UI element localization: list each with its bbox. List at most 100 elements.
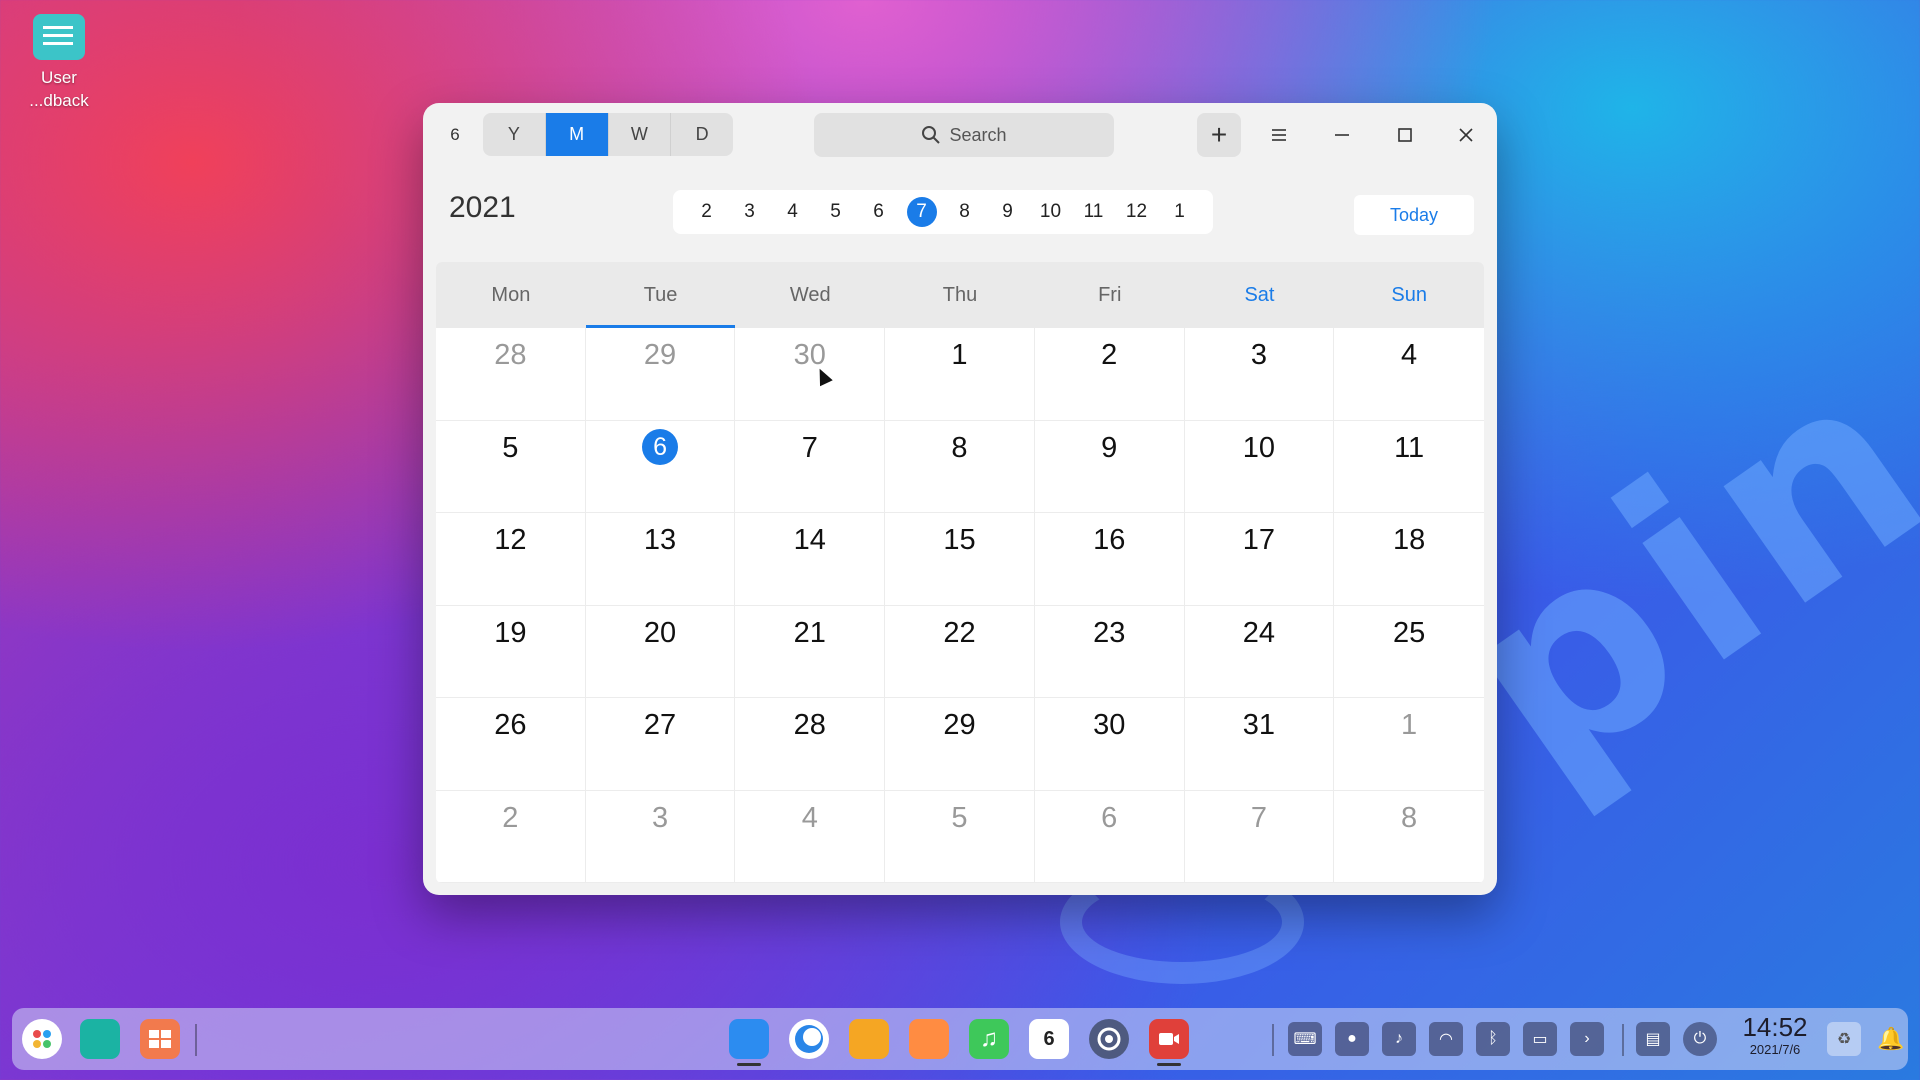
- settings-icon[interactable]: [1089, 1019, 1129, 1059]
- close-icon[interactable]: [1444, 113, 1488, 157]
- day-cell[interactable]: 4: [735, 790, 886, 883]
- screen-recorder-icon[interactable]: [1149, 1019, 1189, 1059]
- day-cell[interactable]: 1: [1334, 698, 1484, 791]
- day-cell[interactable]: 18: [1334, 513, 1484, 606]
- launcher-icon[interactable]: [22, 1019, 62, 1059]
- day-cell[interactable]: 11: [1334, 421, 1484, 513]
- month-item[interactable]: 8: [950, 197, 980, 227]
- day-cell[interactable]: 28: [735, 698, 886, 791]
- clock[interactable]: 14:52 2021/7/6: [1730, 1012, 1820, 1058]
- day-cell[interactable]: 31: [1184, 698, 1335, 791]
- day-cell[interactable]: 2: [1034, 328, 1185, 421]
- trash-icon[interactable]: ♻: [1827, 1022, 1861, 1056]
- day-cell[interactable]: 25: [1334, 606, 1484, 698]
- day-number: 15: [943, 524, 976, 556]
- day-cell[interactable]: 12: [436, 513, 586, 606]
- month-item[interactable]: 5: [821, 197, 851, 227]
- day-cell[interactable]: 26: [436, 698, 586, 791]
- day-cell[interactable]: 16: [1034, 513, 1185, 606]
- day-cell[interactable]: 10: [1184, 420, 1335, 513]
- day-number: 6: [642, 428, 679, 465]
- record-icon[interactable]: ●: [1335, 1022, 1369, 1056]
- day-cell[interactable]: 23: [1034, 605, 1185, 698]
- day-cell[interactable]: 7: [735, 420, 886, 513]
- day-cell[interactable]: 1: [885, 328, 1035, 421]
- notification-bell-icon[interactable]: 🔔: [1874, 1022, 1908, 1056]
- clock-date: 2021/7/6: [1749, 1042, 1801, 1057]
- day-number: 5: [951, 801, 968, 834]
- search-icon: [922, 126, 941, 144]
- view-button-d[interactable]: D: [671, 113, 733, 156]
- today-button[interactable]: Today: [1354, 195, 1474, 235]
- bluetooth-icon[interactable]: ᛒ: [1476, 1022, 1510, 1056]
- month-item[interactable]: 9: [993, 197, 1023, 227]
- weekday-label-sat: Sat: [1244, 283, 1275, 306]
- month-item[interactable]: 7: [906, 197, 937, 227]
- day-number: 1: [951, 339, 968, 371]
- day-cell[interactable]: 8: [1334, 791, 1484, 883]
- month-item[interactable]: 3: [735, 197, 765, 227]
- expand-arrow-icon[interactable]: ›: [1570, 1022, 1604, 1056]
- view-button-m[interactable]: M: [545, 113, 609, 156]
- add-event-button[interactable]: +: [1197, 113, 1241, 157]
- browser-icon[interactable]: [789, 1019, 829, 1059]
- music-icon[interactable]: ♫: [969, 1019, 1009, 1059]
- image-viewer-icon[interactable]: [909, 1019, 949, 1059]
- day-number: 13: [643, 524, 677, 556]
- power-icon[interactable]: ⏻: [1683, 1022, 1717, 1056]
- day-cell[interactable]: 4: [1334, 328, 1484, 421]
- day-cell[interactable]: 3: [1184, 328, 1335, 421]
- onboard-keyboard-icon[interactable]: ▤: [1636, 1022, 1670, 1056]
- day-cell[interactable]: 29: [585, 328, 736, 421]
- view-button-y[interactable]: Y: [483, 113, 546, 156]
- day-cell[interactable]: 14: [735, 513, 886, 606]
- day-cell-today[interactable]: 6: [585, 420, 736, 513]
- month-item[interactable]: 1: [1165, 197, 1195, 227]
- day-cell[interactable]: 13: [585, 513, 736, 606]
- day-cell[interactable]: 3: [585, 790, 736, 883]
- day-cell[interactable]: 17: [1184, 513, 1335, 606]
- day-number: 14: [793, 524, 826, 556]
- day-cell[interactable]: 20: [585, 605, 736, 698]
- day-cell[interactable]: 29: [885, 698, 1035, 791]
- day-cell[interactable]: 6: [1034, 790, 1185, 883]
- day-cell[interactable]: 28: [436, 328, 586, 421]
- day-cell[interactable]: 2: [436, 790, 586, 883]
- weekday-header: Mon Tue Wed Thu Fri Sat Sun: [436, 262, 1484, 328]
- wifi-icon[interactable]: ◠: [1429, 1022, 1463, 1056]
- day-cell[interactable]: 5: [436, 420, 586, 513]
- calendar-icon[interactable]: 6: [1029, 1019, 1069, 1059]
- menu-icon[interactable]: [1257, 113, 1301, 157]
- day-cell[interactable]: 30: [1034, 698, 1185, 791]
- volume-icon[interactable]: ♪: [1382, 1022, 1416, 1056]
- desktop-icon-user-feedback[interactable]: User ...dback: [18, 14, 100, 112]
- day-cell[interactable]: 15: [885, 513, 1035, 606]
- month-item[interactable]: 12: [1122, 197, 1152, 227]
- day-cell[interactable]: 30: [735, 328, 886, 421]
- day-cell[interactable]: 8: [885, 420, 1035, 513]
- keyboard-icon[interactable]: ⌨: [1288, 1022, 1322, 1056]
- day-cell[interactable]: 22: [885, 605, 1035, 698]
- app-store-icon[interactable]: [729, 1019, 769, 1059]
- month-item[interactable]: 6: [864, 197, 894, 227]
- day-cell[interactable]: 24: [1184, 605, 1335, 698]
- month-item[interactable]: 4: [778, 197, 808, 227]
- day-cell[interactable]: 27: [585, 698, 736, 791]
- day-cell[interactable]: 19: [436, 605, 586, 698]
- file-manager-icon[interactable]: [80, 1019, 120, 1059]
- month-item[interactable]: 2: [692, 197, 722, 227]
- month-item[interactable]: 11: [1079, 197, 1109, 227]
- month-item[interactable]: 10: [1036, 197, 1066, 227]
- maximize-icon[interactable]: [1383, 113, 1427, 157]
- day-cell[interactable]: 21: [735, 605, 886, 698]
- day-cell[interactable]: 9: [1034, 420, 1185, 513]
- search-input[interactable]: Search: [814, 113, 1114, 157]
- package-icon[interactable]: [849, 1019, 889, 1059]
- day-cell[interactable]: 7: [1184, 790, 1335, 883]
- minimize-icon[interactable]: [1320, 113, 1364, 157]
- multitasking-icon[interactable]: [140, 1019, 180, 1059]
- day-number: 26: [494, 709, 527, 741]
- view-button-w[interactable]: W: [609, 113, 672, 156]
- day-cell[interactable]: 5: [885, 790, 1035, 883]
- battery-icon[interactable]: ▭: [1523, 1022, 1557, 1056]
